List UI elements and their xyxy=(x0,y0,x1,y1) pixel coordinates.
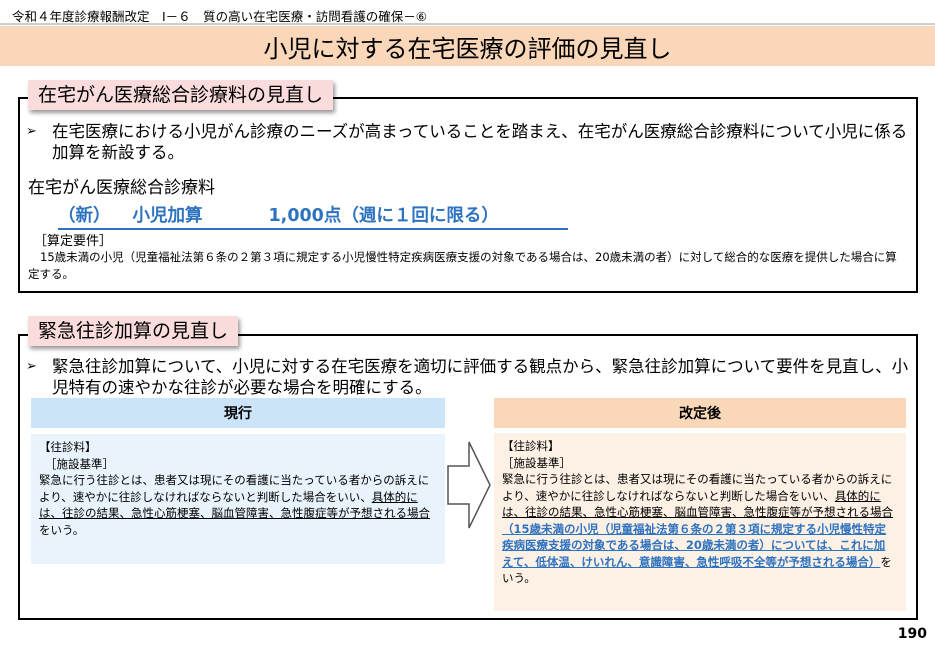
page-title: 小児に対する在宅医療の評価の見直し xyxy=(0,26,935,66)
bullet-arrow-icon: ➢ xyxy=(26,359,37,374)
page-number: 190 xyxy=(897,626,927,642)
section-tab-home-cancare: 在宅がん医療総合診療料の見直し xyxy=(28,80,334,110)
current-column-header: 現行 xyxy=(31,398,445,428)
section-tab-emergency-visit: 緊急往診加算の見直し xyxy=(28,316,239,346)
header-rule xyxy=(0,23,935,25)
revised-body-added: （15歳未満の小児（児童福祉法第６条の２第３項に規定する小児慢性特定疾病医療支援… xyxy=(502,521,886,569)
new-tag: （新） xyxy=(58,206,111,226)
current-label-standard: ［施設基準］ xyxy=(45,456,114,471)
section1-bullet: ➢ 在宅医療における小児がん診療のニーズが高まっていることを踏まえ、在宅がん医療… xyxy=(26,121,916,163)
revised-panel: 【往診料】 ［施設基準］ 緊急に行う往診とは、患者又は現にその看護に当たっている… xyxy=(494,433,906,611)
revised-column-header: 改定後 xyxy=(494,398,906,428)
section2-bullet-text: 緊急往診加算について、小児に対する在宅医療を適切に評価する観点から、緊急往診加算… xyxy=(52,357,909,397)
revised-body: 緊急に行う往診とは、患者又は現にその看護に当たっている者からの訴えにより、速やか… xyxy=(502,471,894,587)
current-label-fee: 【往診料】 xyxy=(39,440,97,454)
current-body: 緊急に行う往診とは、患者又は現にその看護に当たっている者からの訴えにより、速やか… xyxy=(39,472,433,538)
section2-bullet: ➢ 緊急往診加算について、小児に対する在宅医療を適切に評価する観点から、緊急往診… xyxy=(26,356,916,398)
revised-label-standard: ［施設基準］ xyxy=(502,455,571,470)
new-item-name: 小児加算 xyxy=(132,206,203,226)
section1-subheading: 在宅がん医療総合診療料 xyxy=(28,178,215,198)
current-body-plain: 緊急に行う往診とは、患者又は現にその看護に当たっている者からの訴えにより、速やか… xyxy=(39,473,430,504)
new-pediatric-addition: （新） 小児加算 1,000点（週に１回に限る） xyxy=(58,205,568,230)
current-panel: 【往診料】 ［施設基準］ 緊急に行う往診とは、患者又は現にその看護に当たっている… xyxy=(31,434,445,564)
revised-body-plain: 緊急に行う往診とは、患者又は現にその看護に当たっている者からの訴えにより、速やか… xyxy=(502,472,893,503)
revised-label-fee: 【往診料】 xyxy=(502,439,560,453)
current-body-end: をいう。 xyxy=(39,522,85,537)
new-item-points: 1,000点（週に１回に限る） xyxy=(268,206,499,226)
requirements-text: 15歳未満の小児（児童福祉法第６条の２第３項に規定する小児慢性特定疾病医療支援の… xyxy=(28,250,897,281)
requirements-label: ［算定要件］ xyxy=(34,234,113,249)
bullet-arrow-icon: ➢ xyxy=(26,124,37,139)
section1-bullet-text: 在宅医療における小児がん診療のニーズが高まっていることを踏まえ、在宅がん医療総合… xyxy=(52,122,908,162)
right-arrow-outline-icon xyxy=(447,441,491,529)
